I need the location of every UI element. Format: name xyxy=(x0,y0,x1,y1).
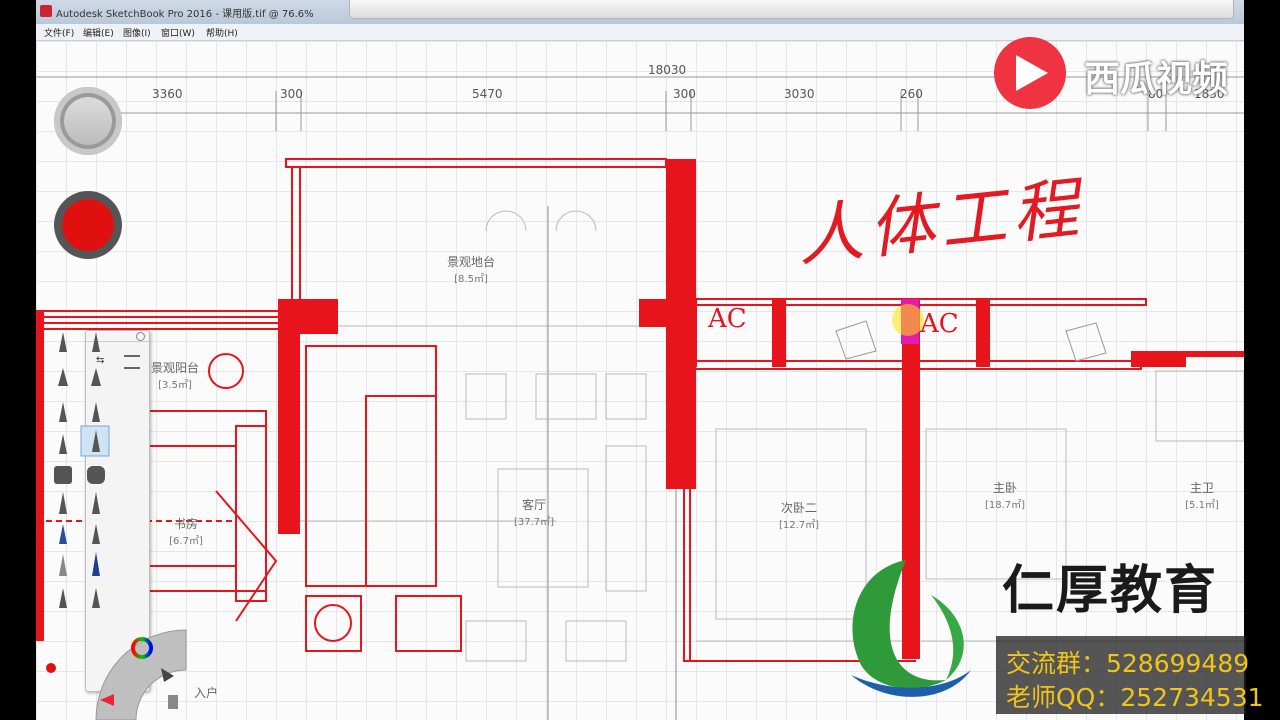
dim-seg-2: 300 xyxy=(280,87,303,101)
group-number: 交流群：528699489 xyxy=(1006,649,1250,678)
menu-file[interactable]: 文件(F) xyxy=(44,26,74,39)
room-label: 次卧二 [12.7㎡] xyxy=(778,501,820,531)
blue-pen-brush-icon xyxy=(59,524,67,544)
room-label: 客厅 [37.7㎡] xyxy=(513,498,555,528)
menu-edit[interactable]: 编辑(E) xyxy=(83,26,114,39)
contact-info: 交流群：528699489 老师QQ：252734531 xyxy=(996,636,1264,714)
brand-logo-icon xyxy=(851,560,971,697)
room-label: 书房 [6.7㎡] xyxy=(169,517,203,547)
dim-seg-3: 5470 xyxy=(472,87,503,101)
room-label: 主卧 [18.7㎡] xyxy=(984,481,1026,511)
window-title: Autodesk SketchBook Pro 2016 - 课用版.tif @… xyxy=(56,9,314,20)
layer-icon xyxy=(168,695,178,709)
list-icon[interactable] xyxy=(124,355,140,369)
dim-seg-4: 300 xyxy=(673,87,696,101)
airbrush-icon xyxy=(59,402,67,422)
pencil-brush-icon xyxy=(59,332,67,352)
marking-menu[interactable] xyxy=(36,600,206,720)
grey-marker-brush-icon xyxy=(59,554,67,576)
room-label: 景观阳台 [3.5㎡] xyxy=(150,361,199,391)
ink-pen-brush-icon xyxy=(92,332,100,352)
ac-label: AC xyxy=(708,304,747,334)
room-label: 主卫 [5.1㎡] xyxy=(1185,481,1219,511)
close-icon[interactable] xyxy=(136,332,145,341)
menu-window[interactable]: 窗口(W) xyxy=(161,26,195,39)
dark-pen-brush-icon xyxy=(92,524,100,544)
red-dot-icon xyxy=(46,663,56,673)
brand-name: 仁厚教育 xyxy=(1002,560,1219,621)
video-logo-icon xyxy=(994,37,1066,109)
brush-grid xyxy=(54,332,110,608)
watermark: 西瓜视频 xyxy=(1084,59,1229,100)
brush-puck[interactable] xyxy=(54,87,122,155)
blur-brush-icon xyxy=(92,492,100,514)
teacher-qq: 老师QQ：252734531 xyxy=(1006,683,1264,712)
dim-total: 18030 xyxy=(648,63,687,77)
app-icon xyxy=(40,5,52,17)
dim-seg-5: 3030 xyxy=(784,87,815,101)
fine-pen-brush-icon xyxy=(59,434,67,454)
dim-seg-1: 3360 xyxy=(152,87,183,101)
menu-help[interactable]: 帮助(H) xyxy=(206,26,238,39)
color-puck[interactable] xyxy=(54,191,122,259)
eraser-brush-icon xyxy=(54,466,72,484)
marker-brush-icon xyxy=(58,368,68,386)
ac-label: AC xyxy=(920,309,959,339)
room-label: 景观地台 [8.5㎡] xyxy=(446,255,495,285)
menu-image[interactable]: 图像(I) xyxy=(123,26,151,39)
blue-marker-brush-icon xyxy=(92,552,100,576)
menu-bar: 文件(F) 编辑(E) 图像(I) 窗口(W) 帮助(H) xyxy=(36,24,1244,41)
smudge-brush-icon xyxy=(59,492,67,514)
dim-seg-6: 260 xyxy=(900,87,923,101)
soft-eraser-brush-icon xyxy=(87,466,105,484)
felt-brush-icon xyxy=(91,368,101,386)
chisel-brush-icon xyxy=(92,402,100,422)
lagoon-toolbar xyxy=(349,0,1234,19)
